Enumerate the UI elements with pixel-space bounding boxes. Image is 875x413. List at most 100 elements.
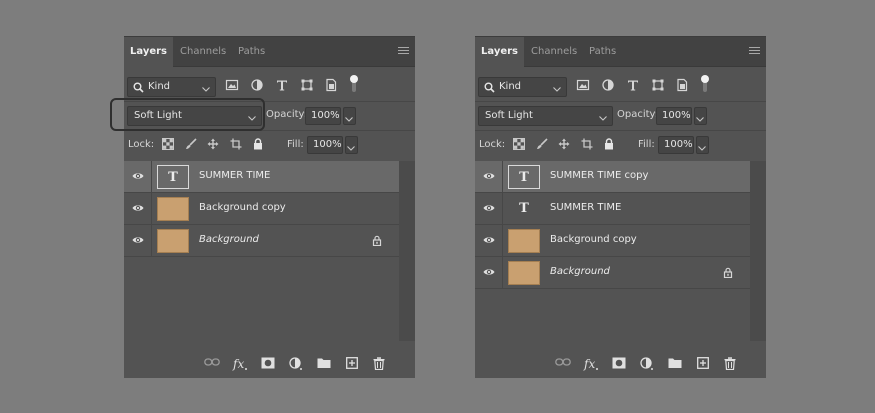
panel-footer: fx — [475, 350, 766, 379]
opacity-dropdown-arrow[interactable] — [694, 107, 707, 125]
fill-input[interactable]: 100% — [658, 136, 694, 154]
new-group-icon[interactable] — [668, 357, 682, 372]
eye-icon — [483, 235, 495, 248]
layer-thumbnail — [508, 229, 540, 253]
text-layer-thumbnail: T — [508, 197, 540, 221]
visibility-toggle[interactable] — [475, 161, 503, 193]
layer-name: SUMMER TIME — [550, 202, 622, 213]
visibility-toggle[interactable] — [475, 193, 503, 225]
blend-mode-dropdown[interactable]: Soft Light — [478, 106, 613, 126]
lock-image-pixels-icon[interactable] — [185, 138, 197, 153]
chevron-down-icon — [599, 113, 607, 124]
filter-kind-dropdown[interactable]: Kind — [478, 77, 567, 97]
visibility-toggle[interactable] — [475, 257, 503, 289]
opacity-input[interactable]: 100% — [305, 107, 341, 125]
layer-name: Background copy — [199, 202, 286, 213]
layer-name: Background — [550, 266, 610, 277]
add-mask-icon[interactable] — [612, 357, 626, 372]
layer-row[interactable]: T SUMMER TIME copy — [475, 161, 750, 193]
panel-menu-icon[interactable] — [398, 47, 409, 56]
link-layers-icon[interactable] — [204, 357, 220, 370]
search-icon — [484, 82, 495, 96]
visibility-toggle[interactable] — [124, 193, 152, 225]
new-layer-icon[interactable] — [346, 357, 358, 372]
layer-row[interactable]: Background — [475, 257, 750, 289]
add-mask-icon[interactable] — [261, 357, 275, 372]
adjustment-filter-icon[interactable] — [601, 78, 615, 94]
fill-input[interactable]: 100% — [307, 136, 343, 154]
new-layer-icon[interactable] — [697, 357, 709, 372]
layer-row[interactable]: Background — [124, 225, 399, 257]
add-layer-style-icon[interactable]: fx — [232, 357, 248, 374]
lock-artboard-icon[interactable] — [581, 138, 593, 153]
lock-all-icon[interactable] — [253, 138, 263, 153]
adjustment-filter-icon[interactable] — [250, 78, 264, 94]
layer-row[interactable]: Background copy — [475, 225, 750, 257]
tab-layers[interactable]: Layers — [124, 37, 173, 68]
new-adjustment-layer-icon[interactable] — [640, 357, 654, 374]
visibility-toggle[interactable] — [124, 161, 152, 193]
layer-row[interactable]: T SUMMER TIME — [124, 161, 399, 193]
filter-toggle-switch[interactable] — [349, 74, 363, 92]
text-filter-icon[interactable] — [626, 78, 640, 94]
lock-icon — [372, 235, 382, 249]
new-adjustment-layer-icon[interactable] — [289, 357, 303, 374]
smart-object-filter-icon[interactable] — [675, 78, 689, 94]
filter-kind-dropdown[interactable]: Kind — [127, 77, 216, 97]
shape-filter-icon[interactable] — [651, 78, 665, 94]
tab-channels[interactable]: Channels — [525, 37, 583, 67]
image-filter-icon[interactable] — [576, 78, 590, 94]
layer-name: Background — [199, 234, 259, 245]
layers-scrollbar[interactable] — [399, 161, 415, 341]
delete-layer-icon[interactable] — [724, 357, 736, 373]
chevron-down-icon — [202, 84, 210, 95]
layers-scrollbar[interactable] — [750, 161, 766, 341]
chevron-down-icon — [347, 143, 355, 154]
link-layers-icon[interactable] — [555, 357, 571, 370]
tab-paths[interactable]: Paths — [583, 37, 622, 67]
lock-all-icon[interactable] — [604, 138, 614, 153]
shape-filter-icon[interactable] — [300, 78, 314, 94]
layer-name: SUMMER TIME copy — [550, 170, 649, 181]
lock-transparent-pixels-icon[interactable] — [162, 138, 174, 153]
tab-paths[interactable]: Paths — [232, 37, 271, 67]
text-layer-icon: T — [519, 170, 529, 185]
tab-layers[interactable]: Layers — [475, 37, 524, 68]
visibility-toggle[interactable] — [475, 225, 503, 257]
add-layer-style-icon[interactable]: fx — [583, 357, 599, 374]
lock-artboard-icon[interactable] — [230, 138, 242, 153]
fill-dropdown-arrow[interactable] — [696, 136, 709, 154]
opacity-input[interactable]: 100% — [656, 107, 692, 125]
layer-row[interactable]: Background copy — [124, 193, 399, 225]
text-layer-thumbnail: T — [157, 165, 189, 189]
layer-row[interactable]: T SUMMER TIME — [475, 193, 750, 225]
lock-transparent-pixels-icon[interactable] — [513, 138, 525, 153]
text-layer-thumbnail: T — [508, 165, 540, 189]
delete-layer-icon[interactable] — [373, 357, 385, 373]
filter-toggle-switch[interactable] — [700, 74, 714, 92]
svg-text:fx: fx — [232, 357, 244, 371]
lock-image-pixels-icon[interactable] — [536, 138, 548, 153]
fill-dropdown-arrow[interactable] — [345, 136, 358, 154]
panel-menu-icon[interactable] — [749, 47, 760, 56]
panel-tab-bar: Layers Channels Paths — [475, 37, 766, 68]
visibility-toggle[interactable] — [124, 225, 152, 257]
lock-icon — [723, 267, 733, 281]
eye-icon — [132, 171, 144, 184]
layer-thumbnail — [157, 229, 189, 253]
fill-label: Fill: — [287, 139, 304, 150]
text-layer-icon: T — [519, 201, 529, 216]
new-group-icon[interactable] — [317, 357, 331, 372]
image-filter-icon[interactable] — [225, 78, 239, 94]
lock-position-icon[interactable] — [207, 138, 219, 153]
filter-kind-label: Kind — [499, 81, 522, 92]
lock-position-icon[interactable] — [558, 138, 570, 153]
svg-text:fx: fx — [583, 357, 595, 371]
text-filter-icon[interactable] — [275, 78, 289, 94]
fill-value: 100% — [664, 139, 693, 150]
opacity-dropdown-arrow[interactable] — [343, 107, 356, 125]
layers-list: T SUMMER TIME copy T SUMMER TIME Background … — [475, 161, 750, 289]
tab-channels[interactable]: Channels — [174, 37, 232, 67]
lock-label: Lock: — [128, 139, 155, 150]
smart-object-filter-icon[interactable] — [324, 78, 338, 94]
